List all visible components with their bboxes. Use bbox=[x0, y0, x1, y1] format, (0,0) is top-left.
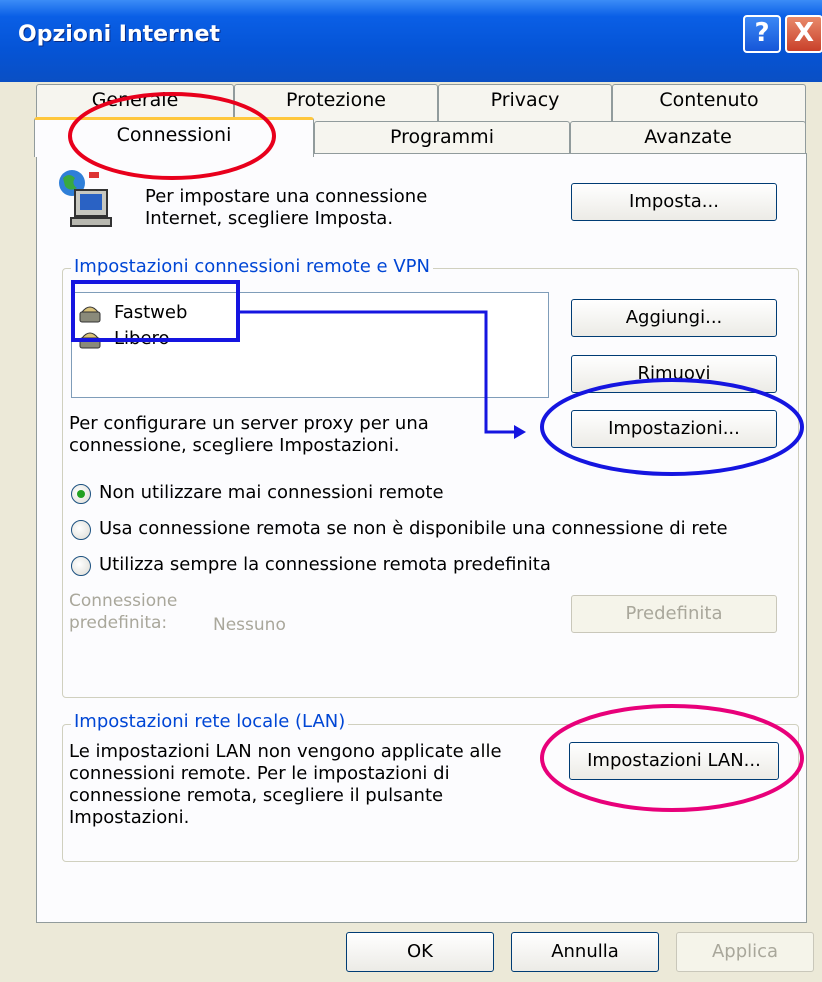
tab-label: Programmi bbox=[390, 126, 494, 148]
lan-text-line: Impostazioni. bbox=[69, 807, 190, 828]
setup-button[interactable]: Imposta... bbox=[571, 183, 777, 221]
list-item[interactable]: Libero bbox=[78, 327, 228, 353]
connections-tab-panel: Per impostare una connessione Internet, … bbox=[36, 153, 807, 923]
radio-label: Usa connessione remota se non è disponib… bbox=[99, 518, 728, 539]
radio-label: Utilizza sempre la connessione remota pr… bbox=[99, 554, 551, 575]
lan-text-line: connessioni remote. Per le impostazioni … bbox=[69, 763, 450, 784]
connections-listbox[interactable]: Fastweb Libero bbox=[71, 292, 549, 398]
remove-button[interactable]: Rimuovi bbox=[571, 355, 777, 393]
radio-option-if-no-network[interactable]: Usa connessione remota se non è disponib… bbox=[71, 518, 791, 542]
proxy-text: Per configurare un server proxy per una … bbox=[69, 413, 429, 457]
radio-option-never[interactable]: Non utilizzare mai connessioni remote bbox=[71, 482, 771, 506]
radio-button[interactable] bbox=[71, 556, 91, 576]
close-icon[interactable]: X bbox=[785, 15, 822, 53]
setup-text-line: Internet, scegliere Imposta. bbox=[145, 208, 394, 229]
lan-text-line: connessione remota, scegliere il pulsant… bbox=[69, 785, 444, 806]
radio-option-always[interactable]: Utilizza sempre la connessione remota pr… bbox=[71, 554, 771, 578]
internet-options-dialog: Opzioni Internet ? X Generale Protezione… bbox=[0, 0, 822, 982]
ok-button[interactable]: OK bbox=[346, 932, 494, 972]
default-connection-label: Connessione predefinita: bbox=[69, 590, 177, 634]
lan-settings-button[interactable]: Impostazioni LAN... bbox=[569, 742, 779, 780]
default-connection-label-line: Connessione bbox=[69, 591, 178, 611]
apply-button[interactable]: Applica bbox=[676, 932, 814, 972]
radio-button[interactable] bbox=[71, 484, 91, 504]
window-title: Opzioni Internet bbox=[18, 22, 221, 47]
default-connection-value: Nessuno bbox=[213, 615, 286, 635]
lan-text: Le impostazioni LAN non vengono applicat… bbox=[69, 741, 502, 829]
tab-label: Generale bbox=[91, 89, 179, 111]
lan-settings-legend: Impostazioni rete locale (LAN) bbox=[71, 711, 349, 732]
tab-programmi[interactable]: Programmi bbox=[314, 121, 570, 155]
help-icon[interactable]: ? bbox=[743, 15, 781, 53]
tab-contenuto[interactable]: Contenuto bbox=[612, 84, 806, 124]
proxy-text-line: connessione, scegliere Impostazioni. bbox=[69, 435, 400, 456]
tab-privacy[interactable]: Privacy bbox=[438, 84, 612, 124]
connection-name: Fastweb bbox=[114, 302, 188, 323]
tab-connessioni[interactable]: Connessioni bbox=[34, 117, 314, 157]
setup-text: Per impostare una connessione Internet, … bbox=[145, 186, 427, 230]
tab-label: Contenuto bbox=[659, 89, 759, 111]
tab-label: Connessioni bbox=[116, 124, 232, 146]
title-bar[interactable]: Opzioni Internet ? X bbox=[0, 0, 822, 82]
dialup-connection-icon bbox=[79, 332, 101, 349]
tab-label: Protezione bbox=[286, 89, 386, 111]
proxy-text-line: Per configurare un server proxy per una bbox=[69, 413, 429, 434]
remote-connections-legend: Impostazioni connessioni remote e VPN bbox=[71, 256, 433, 277]
cancel-button[interactable]: Annulla bbox=[511, 932, 659, 972]
dialup-connection-icon bbox=[79, 306, 101, 323]
add-button[interactable]: Aggiungi... bbox=[571, 299, 777, 337]
settings-button[interactable]: Impostazioni... bbox=[571, 410, 777, 448]
list-item[interactable]: Fastweb bbox=[78, 301, 228, 327]
default-button[interactable]: Predefinita bbox=[571, 595, 777, 633]
radio-button[interactable] bbox=[71, 520, 91, 540]
tab-label: Privacy bbox=[490, 89, 560, 111]
lan-text-line: Le impostazioni LAN non vengono applicat… bbox=[69, 741, 502, 762]
network-computer-icon bbox=[59, 170, 112, 227]
connection-name: Libero bbox=[114, 328, 170, 349]
tab-label: Avanzate bbox=[644, 126, 732, 148]
radio-label: Non utilizzare mai connessioni remote bbox=[99, 482, 444, 503]
setup-text-line: Per impostare una connessione bbox=[145, 186, 428, 207]
default-connection-label-line: predefinita: bbox=[69, 613, 168, 633]
tab-avanzate[interactable]: Avanzate bbox=[570, 121, 806, 155]
